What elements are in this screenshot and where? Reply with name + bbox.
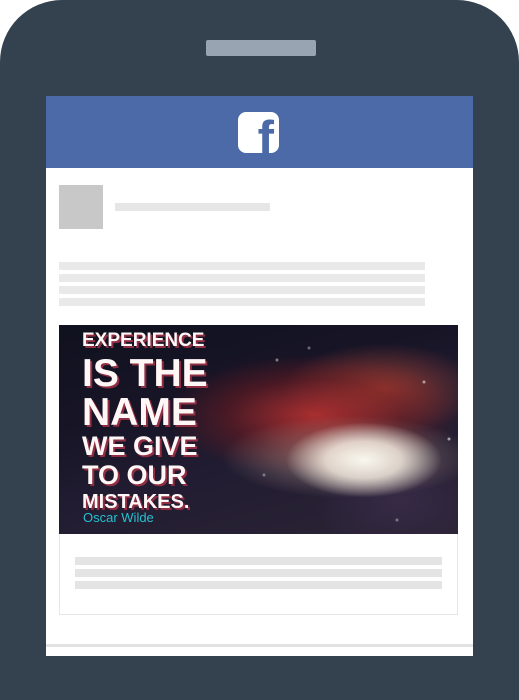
post-text-line [59, 262, 425, 270]
facebook-logo-letter: f [257, 112, 274, 154]
phone-frame: f EXPERIENCE IS THE NAME WE GIVE TO OUR … [0, 0, 519, 700]
post-name-placeholder [115, 203, 270, 211]
quote-text: EXPERIENCE IS THE NAME WE GIVE TO OUR MI… [82, 331, 227, 512]
quote-line: EXPERIENCE [82, 330, 205, 351]
quote-line: TO OUR [82, 460, 187, 490]
post-text-line [59, 274, 425, 282]
avatar[interactable] [59, 185, 103, 229]
facebook-header: f [46, 96, 473, 168]
quote-line: WE GIVE [82, 431, 198, 461]
phone-screen: f EXPERIENCE IS THE NAME WE GIVE TO OUR … [46, 96, 473, 656]
quote-line: MISTAKES. [82, 491, 190, 513]
quote-image[interactable]: EXPERIENCE IS THE NAME WE GIVE TO OUR MI… [59, 325, 458, 534]
quote-line: IS THE [82, 352, 208, 395]
quote-line: NAME [82, 391, 197, 434]
facebook-logo-icon[interactable]: f [238, 112, 279, 153]
post-text-line [59, 286, 425, 294]
card-text-line [75, 557, 442, 565]
quote-author: Oscar Wilde [83, 510, 154, 525]
card-text-line [75, 569, 442, 577]
card-text-line [75, 581, 442, 589]
phone-speaker [206, 40, 316, 56]
feed-divider [46, 644, 473, 647]
shared-link-card[interactable]: EXPERIENCE IS THE NAME WE GIVE TO OUR MI… [59, 325, 458, 615]
post-text-line [59, 298, 425, 306]
